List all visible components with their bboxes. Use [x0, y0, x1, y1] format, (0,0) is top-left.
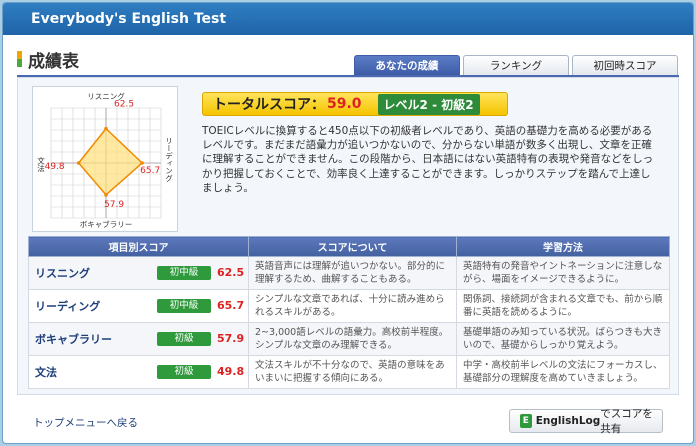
share-text: でスコアを共有: [600, 408, 653, 435]
share-score-button[interactable]: E EnglishLog でスコアを共有: [509, 408, 663, 435]
radar-value-label: 57.9: [104, 200, 124, 210]
item-name: 文法: [35, 366, 57, 379]
header-about-score: スコアについて: [248, 236, 457, 257]
app-title: Everybody's English Test: [3, 3, 693, 35]
radar-svg: 62.5 65.7 57.9 49.8 リスニングボキャブラリー リーディング 文法: [36, 91, 173, 229]
item-level-badge: 初級: [157, 332, 211, 346]
item-level-badge: 初中級: [157, 299, 211, 313]
radar-point: [104, 126, 108, 131]
radar-axis-label: リーディング: [164, 137, 173, 182]
tab-bar: あなたの成績 ランキング 初回時スコア: [354, 55, 678, 75]
app-window: Everybody's English Test 成績表 あなたの成績 ランキン…: [2, 2, 694, 444]
method-cell: 中学・高校前半レベルの文法にフォーカスし、基礎部分の理解度を高めていきましょう。: [456, 355, 670, 389]
item-level-badge: 初級: [157, 365, 211, 379]
tab-your-results[interactable]: あなたの成績: [354, 55, 460, 75]
item-score: 65.7: [217, 299, 245, 312]
radar-axis-label: ボキャブラリー: [80, 219, 133, 229]
tab-first-score[interactable]: 初回時スコア: [572, 55, 678, 75]
radar-point: [140, 161, 144, 165]
page-title: 成績表: [28, 51, 79, 72]
total-score-banner: トータルスコア： 59.0 レベル2 - 初級2: [202, 92, 508, 116]
item-cell: 文法 初級 49.8: [28, 355, 249, 389]
item-cell: リーディング 初中級 65.7: [28, 289, 249, 323]
item-score: 49.8: [217, 365, 245, 378]
table-row: リーディング 初中級 65.7 シンプルな文章であれば、十分に読み進められるスキ…: [28, 289, 670, 323]
tab-ranking[interactable]: ランキング: [463, 55, 569, 75]
table-row: リスニング 初中級 62.5 英語音声には理解が追いつかない。部分的に理解するた…: [28, 256, 670, 290]
radar-value-label: 62.5: [114, 100, 134, 110]
back-to-top-menu-link[interactable]: トップメニューへ戻る: [33, 415, 138, 430]
table-row: 文法 初級 49.8 文法スキルが不十分なので、英語の意味をあいまいに把握する傾…: [28, 355, 670, 389]
method-cell: 基礎単語のみ知っている状況。ばらつきも大きいので、基礎からしっかり覚えよう。: [456, 322, 670, 356]
share-brand: EnglishLog: [535, 415, 601, 427]
summary-text: TOEICレベルに換算すると450点以下の初級者レベルであり、英語の基礎力を高め…: [202, 125, 654, 194]
header-item-score: 項目別スコア: [28, 236, 249, 257]
radar-point: [76, 161, 81, 165]
radar-axis-label: リスニング: [87, 91, 125, 101]
radar-value-label: 49.8: [45, 162, 65, 172]
item-name: リスニング: [35, 267, 90, 280]
method-cell: 英語特有の発音やイントネーションに注意しながら、場面をイメージできるように。: [456, 256, 670, 290]
item-cell: リスニング 初中級 62.5: [28, 256, 249, 290]
score-table: 項目別スコア スコアについて 学習方法 リスニング 初中級 62.5 英語音声に…: [28, 236, 670, 389]
total-score-label: トータルスコア：: [213, 97, 325, 113]
results-panel: 62.5 65.7 57.9 49.8 リスニング ボキャブラリー リーディング 文法 トータ…: [17, 77, 679, 395]
radar-point: [104, 193, 108, 197]
level-badge: レベル2 - 初級2: [377, 93, 480, 115]
about-cell: 英語音声には理解が追いつかない。部分的に理解するため、曲解することもある。: [248, 256, 457, 290]
radar-value-label: 65.7: [140, 166, 160, 176]
item-level-badge: 初中級: [157, 266, 211, 280]
page-heading: 成績表: [17, 47, 79, 72]
item-score: 57.9: [217, 332, 245, 345]
radar-axis-label: 文法: [36, 156, 45, 174]
table-row: ボキャブラリー 初級 57.9 2~3,000語レベルの語彙力。高校前半程度。シ…: [28, 322, 670, 356]
total-score-value: 59.0: [327, 96, 362, 112]
about-cell: 文法スキルが不十分なので、英語の意味をあいまいに把握する傾向にある。: [248, 355, 457, 389]
item-score: 62.5: [217, 266, 245, 279]
heading-marker-icon: [17, 51, 22, 67]
radar-chart: 62.5 65.7 57.9 49.8 リスニングボキャブラリー リーディング 文法: [32, 86, 178, 232]
item-name: ボキャブラリー: [35, 333, 112, 346]
item-name: リーディング: [35, 300, 101, 313]
item-cell: ボキャブラリー 初級 57.9: [28, 322, 249, 356]
method-cell: 関係詞、接続詞が含まれる文章でも、前から順番に英語を読めるように。: [456, 289, 670, 323]
about-cell: 2~3,000語レベルの語彙力。高校前半程度。シンプルな文章のみ理解できる。: [248, 322, 457, 356]
about-cell: シンプルな文章であれば、十分に読み進められるスキルがある。: [248, 289, 457, 323]
englishlog-icon: E: [520, 414, 532, 428]
header-study-method: 学習方法: [456, 236, 670, 257]
